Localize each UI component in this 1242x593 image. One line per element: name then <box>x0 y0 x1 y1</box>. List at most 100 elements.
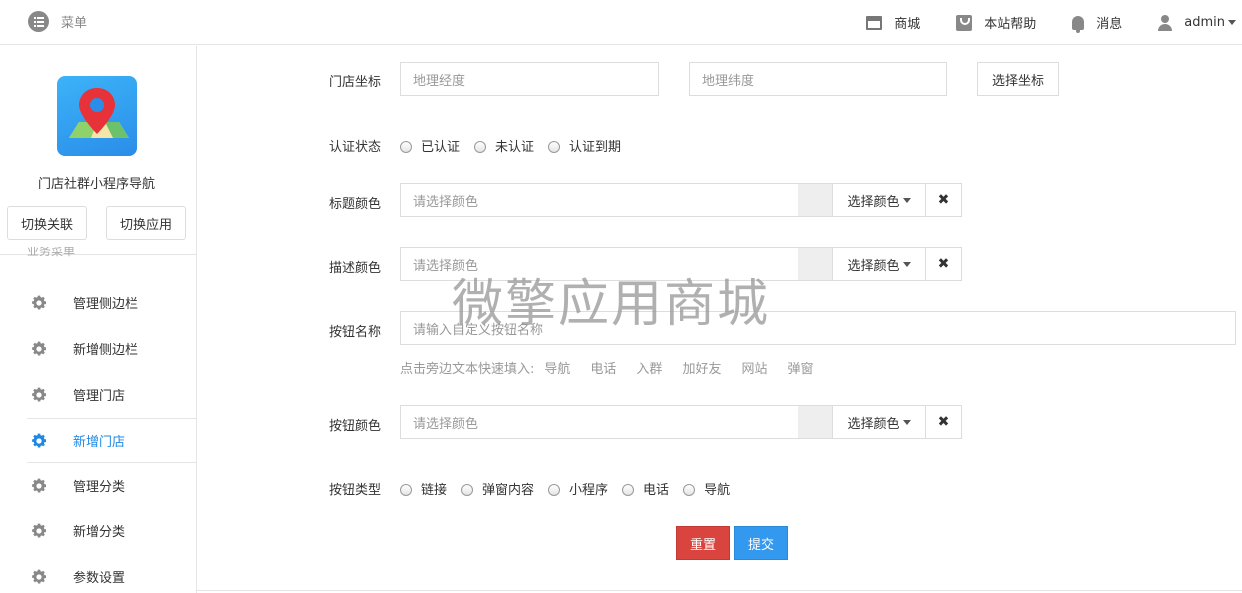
radio-label: 认证到期 <box>569 140 622 155</box>
button-type-miniprogram[interactable]: 小程序 <box>548 479 608 498</box>
pick-coords-button[interactable]: 选择坐标 <box>977 62 1059 96</box>
auth-status-expired[interactable]: 认证到期 <box>548 136 621 155</box>
button-type-popup[interactable]: 弹窗内容 <box>461 479 534 498</box>
nav-help-label: 本站帮助 <box>984 17 1037 32</box>
sidebar-item-manage-sidebar[interactable]: 管理侧边栏 <box>27 280 196 325</box>
caret-down-icon <box>1228 20 1236 25</box>
map-pin-icon <box>69 88 129 138</box>
button-color-picker-button[interactable]: 选择颜色 <box>832 405 926 439</box>
title-color-label: 标题颜色 <box>329 197 382 212</box>
caret-down-icon <box>902 419 911 425</box>
section-title: 业务菜单 <box>27 247 76 258</box>
desc-color-picker-button[interactable]: 选择颜色 <box>832 247 926 281</box>
quick-fill-hint: 点击旁边文本快速填入: <box>400 362 535 377</box>
nav-user-menu[interactable]: admin <box>1158 14 1236 31</box>
button-name-input[interactable]: 请输入自定义按钮名称 <box>400 311 1236 345</box>
desc-color-clear-button[interactable]: ✖ <box>925 247 962 281</box>
latitude-input[interactable]: 地理纬度 <box>689 62 947 96</box>
radio-circle[interactable] <box>400 141 412 153</box>
nav-help[interactable]: 本站帮助 <box>956 13 1036 32</box>
title-color-input[interactable]: 请选择颜色 <box>400 183 798 217</box>
radio-circle[interactable] <box>548 141 561 153</box>
sidebar-item-add-sidebar[interactable]: 新增侧边栏 <box>27 326 196 371</box>
gear-icon <box>32 523 47 538</box>
app-logo <box>57 76 137 156</box>
nav-store[interactable]: 商城 <box>866 13 920 32</box>
quick-fill-option[interactable]: 入群 <box>636 358 662 377</box>
desc-color-label: 描述颜色 <box>329 261 382 276</box>
sidebar-item-manage-categories[interactable]: 管理分类 <box>27 463 196 508</box>
radio-circle[interactable] <box>683 484 696 496</box>
top-nav: 商城 本站帮助 消息 admin <box>866 0 1242 45</box>
radio-circle[interactable] <box>622 484 635 496</box>
quick-fill-option[interactable]: 弹窗 <box>787 358 813 377</box>
caret-down-icon <box>902 197 911 203</box>
close-icon: ✖ <box>937 414 950 430</box>
sidebar: 门店社群小程序导航 切换关联 切换应用 业务菜单 管理侧边栏 新增侧边栏 管理门… <box>0 46 197 593</box>
quick-fill-option[interactable]: 电话 <box>590 358 616 377</box>
radio-label: 未认证 <box>495 140 535 155</box>
nav-messages-label: 消息 <box>1096 17 1123 32</box>
button-type-phone[interactable]: 电话 <box>622 479 669 498</box>
radio-label: 已认证 <box>421 140 461 155</box>
button-color-swatch <box>798 405 833 439</box>
picker-label: 选择颜色 <box>847 194 900 210</box>
sidebar-item-label: 新增侧边栏 <box>73 343 139 358</box>
radio-label: 链接 <box>421 483 448 498</box>
sidebar-item-label: 管理门店 <box>73 389 126 404</box>
quick-fill-option[interactable]: 加好友 <box>682 358 721 377</box>
gear-icon <box>32 569 47 584</box>
quick-fill: 点击旁边文本快速填入: 导航 电话 入群 加好友 网站 弹窗 <box>400 358 833 377</box>
desc-color-input[interactable]: 请选择颜色 <box>400 247 798 281</box>
app-name: 门店社群小程序导航 <box>37 177 155 192</box>
button-color-input[interactable]: 请选择颜色 <box>400 405 798 439</box>
sidebar-item-label: 新增分类 <box>73 525 126 540</box>
quick-fill-option[interactable]: 导航 <box>544 358 570 377</box>
picker-label: 选择颜色 <box>847 416 900 432</box>
submit-button[interactable]: 提交 <box>734 526 788 560</box>
sidebar-item-label: 管理分类 <box>73 480 126 495</box>
gear-icon <box>32 478 47 493</box>
gear-icon <box>32 295 47 310</box>
close-icon: ✖ <box>937 256 950 272</box>
radio-circle[interactable] <box>548 484 561 496</box>
button-color-clear-button[interactable]: ✖ <box>925 405 962 439</box>
gear-icon <box>32 433 47 448</box>
sidebar-item-manage-stores[interactable]: 管理门店 <box>27 372 196 417</box>
sidebar-item-add-store[interactable]: 新增门店 <box>27 418 196 463</box>
button-color-label: 按钮颜色 <box>329 419 382 434</box>
sidebar-item-label: 参数设置 <box>73 571 126 586</box>
switch-app-button[interactable]: 切换应用 <box>106 206 186 240</box>
radio-label: 弹窗内容 <box>482 483 535 498</box>
coords-label: 门店坐标 <box>329 75 382 90</box>
auth-status-label: 认证状态 <box>329 140 382 155</box>
sidebar-item-add-category[interactable]: 新增分类 <box>27 508 196 553</box>
radio-circle[interactable] <box>461 484 474 496</box>
radio-circle[interactable] <box>474 141 487 153</box>
nav-messages[interactable]: 消息 <box>1072 13 1123 33</box>
auth-status-verified[interactable]: 已认证 <box>400 136 460 155</box>
button-type-navigation[interactable]: 导航 <box>683 479 730 498</box>
sidebar-item-label: 新增门店 <box>73 435 126 450</box>
button-type-link[interactable]: 链接 <box>400 479 447 498</box>
sidebar-item-settings[interactable]: 参数设置 <box>27 554 196 593</box>
radio-label: 导航 <box>704 483 731 498</box>
list-icon <box>28 11 49 32</box>
menu-label: 菜单 <box>61 16 88 31</box>
radio-circle[interactable] <box>400 484 412 496</box>
auth-status-unverified[interactable]: 未认证 <box>474 136 534 155</box>
title-color-clear-button[interactable]: ✖ <box>925 183 962 217</box>
caret-down-icon <box>902 261 911 267</box>
nav-store-label: 商城 <box>894 17 921 32</box>
top-bar: 菜单 商城 本站帮助 消息 admin <box>0 0 1242 45</box>
switch-link-button[interactable]: 切换关联 <box>7 206 87 240</box>
quick-fill-option[interactable]: 网站 <box>741 358 767 377</box>
reset-button[interactable]: 重置 <box>676 526 730 560</box>
radio-label: 小程序 <box>569 483 609 498</box>
gear-icon <box>32 341 47 356</box>
menu-toggle[interactable]: 菜单 <box>28 11 87 32</box>
longitude-input[interactable]: 地理经度 <box>400 62 659 96</box>
title-color-picker-button[interactable]: 选择颜色 <box>832 183 926 217</box>
user-icon <box>1158 14 1173 31</box>
button-type-radios: 链接 弹窗内容 小程序 电话 导航 <box>400 479 730 498</box>
